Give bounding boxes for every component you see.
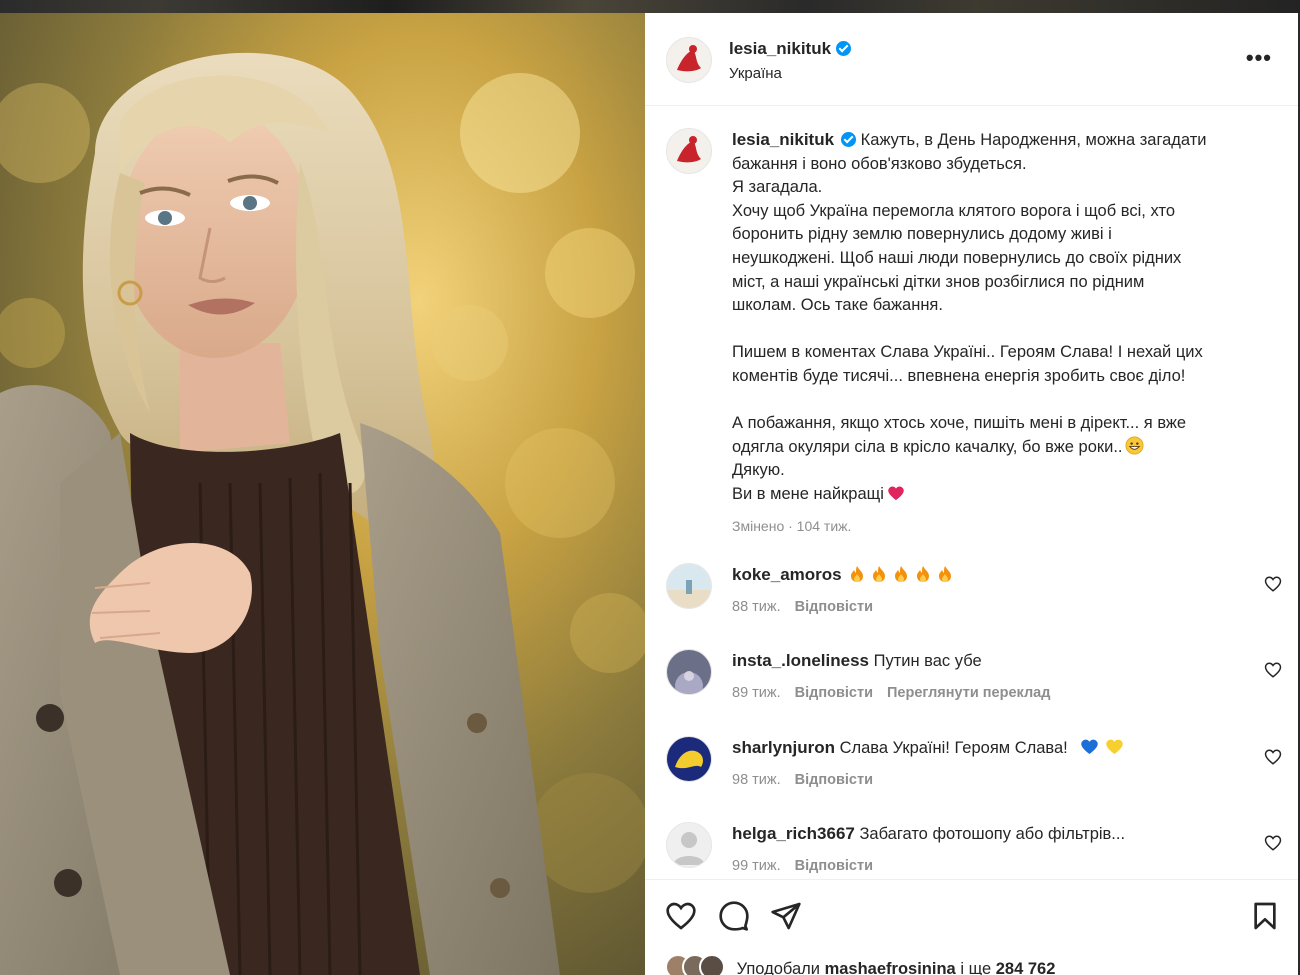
comment-like-icon[interactable] <box>1264 748 1282 766</box>
author-avatar[interactable] <box>666 37 712 83</box>
save-icon[interactable] <box>1249 900 1281 932</box>
comment-avatar[interactable] <box>666 736 712 782</box>
comment-icon[interactable] <box>718 900 750 932</box>
caption-line: Пишем в коментах Слава Україні.. Героям … <box>732 343 1203 362</box>
more-options-icon[interactable]: ••• <box>1246 47 1272 69</box>
reply-button[interactable]: Відповісти <box>795 685 873 701</box>
comment-username[interactable]: insta_.loneliness <box>732 651 869 670</box>
caption-line: Хочу щоб Україна перемогла клятого ворог… <box>732 201 1176 220</box>
reply-button[interactable]: Відповісти <box>795 858 873 874</box>
comment-avatar-image <box>667 737 711 781</box>
likes-user[interactable]: mashaefrosinina <box>825 960 956 975</box>
default-avatar-icon <box>667 823 711 867</box>
reply-button[interactable]: Відповісти <box>795 772 873 788</box>
caption-text: lesia_nikituk Кажуть, в День Народження,… <box>732 128 1262 538</box>
caption-line: одягла окуляри сіла в крісло качалку, бо… <box>732 437 1123 456</box>
like-icon[interactable] <box>665 900 697 932</box>
comment-like-icon[interactable] <box>1264 661 1282 679</box>
author-username[interactable]: lesia_nikituk <box>729 39 831 58</box>
post-photo-image <box>0 13 645 975</box>
likes-prefix: Уподобали <box>736 960 820 975</box>
author-avatar-image <box>667 38 711 82</box>
caption-line: боронить рідну землю повернулись додому … <box>732 225 1112 244</box>
caption-line: бажання і воно обов'язково збудеться. <box>732 154 1027 173</box>
caption-line: коментів буде тисячі... впевнена енергія… <box>732 366 1186 385</box>
red-heart-emoji-icon <box>888 486 904 501</box>
comment-avatar-image <box>667 564 711 608</box>
comment-like-icon[interactable] <box>1264 834 1282 852</box>
comment-text: Забагато фотошопу або фільтрів... <box>859 825 1126 843</box>
verified-badge-icon <box>841 132 857 147</box>
fire-emoji-group <box>842 566 952 584</box>
verified-badge-icon <box>836 41 852 56</box>
likes-summary[interactable]: Уподобали mashaefrosinina і ще 284 762 <box>665 954 1055 975</box>
comment-item: koke_amoros 88 тиж. Відповісти <box>645 563 1298 643</box>
comment-time[interactable]: 98 тиж. <box>732 772 781 788</box>
caption-line: неушкоджені. Щоб наші люди повернулись д… <box>732 248 1182 267</box>
caption-line: Ви в мене найкращі <box>732 484 884 503</box>
comment-text: Слава Україні! Героям Слава! <box>839 739 1068 757</box>
comment-time[interactable]: 88 тиж. <box>732 599 781 615</box>
comment-avatar[interactable] <box>666 822 712 868</box>
comment-time[interactable]: 89 тиж. <box>732 685 781 701</box>
comment-username[interactable]: koke_amoros <box>732 565 842 584</box>
comment-time[interactable]: 99 тиж. <box>732 858 781 874</box>
post-details-panel: lesia_nikituk Україна ••• lesia_nikituk … <box>645 13 1298 975</box>
caption-author-avatar-image <box>667 129 711 173</box>
caption-author-avatar[interactable] <box>666 128 712 174</box>
caption-line: Я загадала. <box>732 178 823 197</box>
fire-emoji-icon <box>916 566 929 582</box>
liker-avatar <box>699 954 725 975</box>
likes-middle: і ще <box>960 960 992 975</box>
background-feed-strip <box>0 0 1300 13</box>
comment-username[interactable]: sharlynjuron <box>732 738 835 757</box>
comment-text: Путин вас убе <box>873 652 982 670</box>
grinning-emoji-icon <box>1125 436 1145 455</box>
comment-username[interactable]: helga_rich3667 <box>732 824 855 843</box>
post-actions-bar: Уподобали mashaefrosinina і ще 284 762 <box>645 879 1298 975</box>
caption-line: А побажання, якщо хтось хоче, пишіть мен… <box>732 414 1187 433</box>
caption-username[interactable]: lesia_nikituk <box>732 130 834 149</box>
fire-emoji-icon <box>894 566 907 582</box>
comment-avatar[interactable] <box>666 563 712 609</box>
caption-edited-time[interactable]: Змінено · 104 тиж. <box>732 515 1262 539</box>
caption-line: міст, а наші українські дітки знов розбі… <box>732 272 1145 291</box>
comment-like-icon[interactable] <box>1264 575 1282 593</box>
comment-item: insta_.loneliness Путин вас убе 89 тиж. В… <box>645 649 1298 729</box>
yellow-heart-emoji-icon <box>1106 739 1124 755</box>
share-icon[interactable] <box>770 900 802 932</box>
see-translation-button[interactable]: Переглянути переклад <box>887 685 1050 701</box>
post-header: lesia_nikituk Україна ••• <box>645 13 1298 106</box>
comment-avatar[interactable] <box>666 649 712 695</box>
caption-line: Кажуть, в День Народження, можна загадат… <box>860 131 1207 149</box>
comment-item: sharlynjuron Слава Україні! Героям Слава… <box>645 736 1298 816</box>
blue-heart-emoji-icon <box>1081 739 1099 755</box>
comment-avatar-image <box>667 650 711 694</box>
likes-count[interactable]: 284 762 <box>996 960 1056 975</box>
post-location[interactable]: Україна <box>729 65 782 82</box>
reply-button[interactable]: Відповісти <box>795 599 873 615</box>
post-photo[interactable] <box>0 13 645 975</box>
fire-emoji-icon <box>850 566 863 582</box>
caption-line: Дякую. <box>732 461 785 480</box>
fire-emoji-icon <box>872 566 885 582</box>
caption-line: школам. Ось таке бажання. <box>732 296 943 315</box>
fire-emoji-icon <box>938 566 951 582</box>
